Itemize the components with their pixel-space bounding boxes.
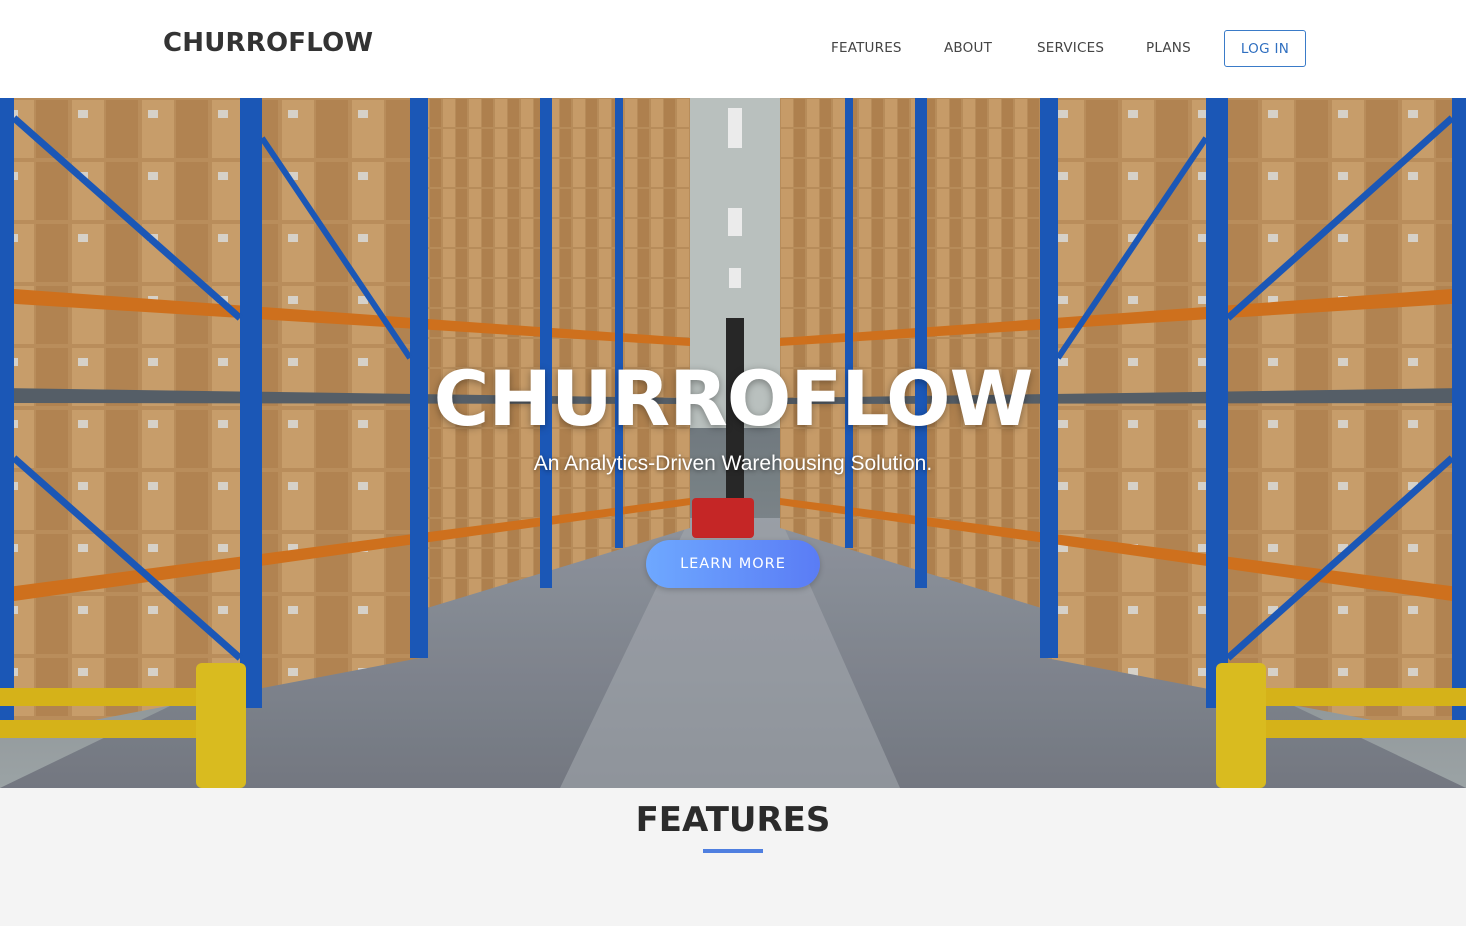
brand-logo[interactable]: CHURROFLOW xyxy=(163,28,373,58)
login-button[interactable]: LOG IN xyxy=(1224,30,1306,67)
hero-section: CHURROFLOW An Analytics-Driven Warehousi… xyxy=(0,98,1466,788)
hero-subtitle: An Analytics-Driven Warehousing Solution… xyxy=(533,452,933,475)
warehouse-background-image xyxy=(0,98,1466,788)
nav-link-plans[interactable]: PLANS xyxy=(1146,40,1191,56)
top-navbar: CHURROFLOW FEATURES ABOUT SERVICES PLANS… xyxy=(0,0,1466,98)
nav-link-services[interactable]: SERVICES xyxy=(1037,40,1104,56)
features-section: FEATURES xyxy=(0,788,1466,926)
hero-title: CHURROFLOW xyxy=(433,354,1034,443)
learn-more-button[interactable]: LEARN MORE xyxy=(646,540,820,588)
nav-link-about[interactable]: ABOUT xyxy=(944,40,992,56)
features-heading-underline xyxy=(703,849,763,853)
features-heading: FEATURES xyxy=(635,800,831,840)
nav-link-features[interactable]: FEATURES xyxy=(831,40,902,56)
